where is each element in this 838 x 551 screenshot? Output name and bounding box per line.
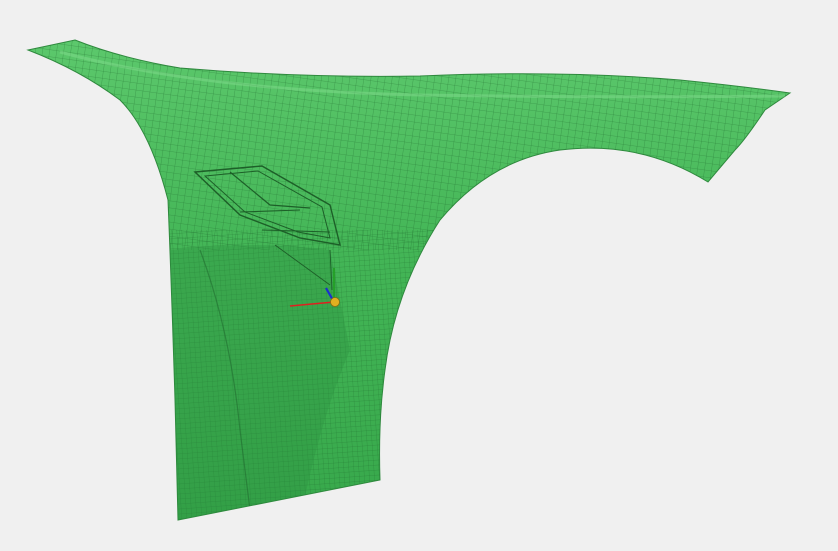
mesh-overlay bbox=[28, 40, 790, 520]
origin-marker bbox=[330, 297, 340, 307]
viewport-canvas[interactable] bbox=[0, 0, 838, 551]
3d-viewport[interactable] bbox=[0, 0, 838, 551]
fender-part[interactable] bbox=[0, 0, 838, 551]
